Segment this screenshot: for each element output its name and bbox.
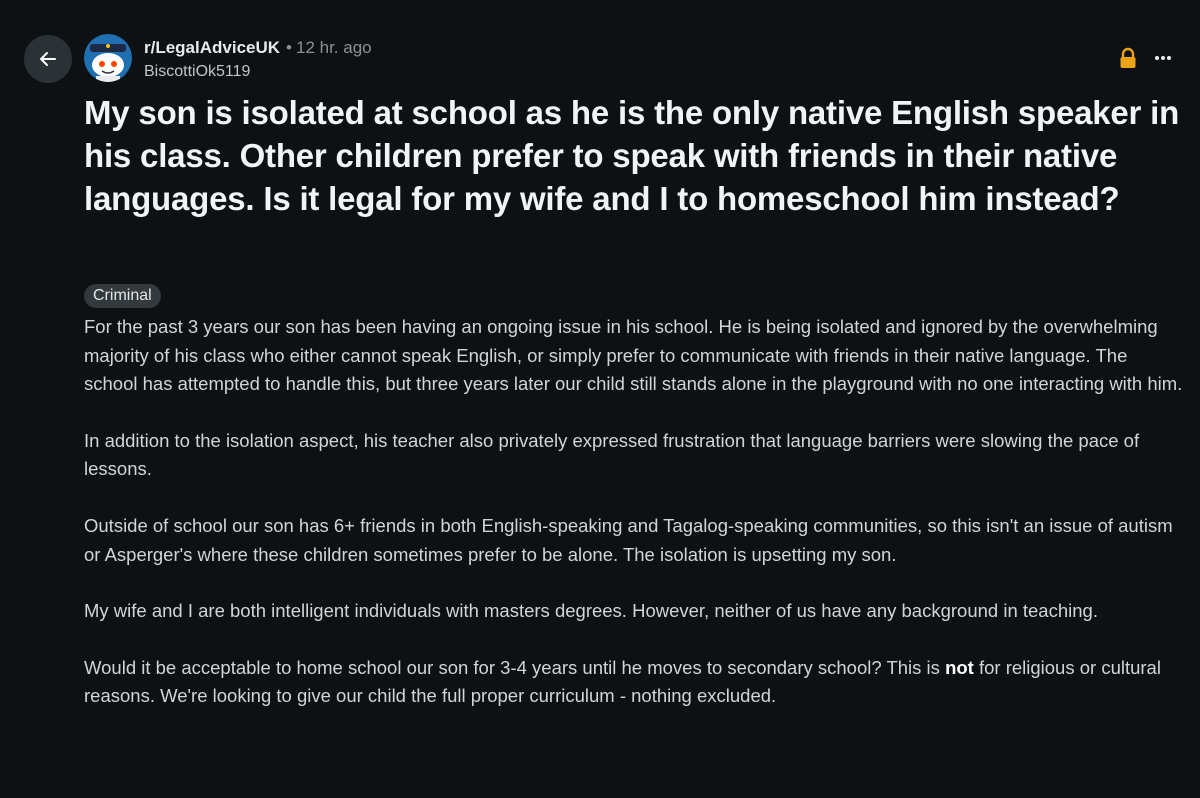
post-meta: r/LegalAdviceUK • 12 hr. ago BiscottiOk511… (144, 36, 372, 84)
body-bold-text: not (945, 656, 974, 678)
body-paragraph-last: Would it be acceptable to home school ou… (84, 654, 1184, 711)
lock-icon (1120, 47, 1136, 68)
body-paragraph: Outside of school our son has 6+ friends… (84, 514, 1173, 565)
snoo-avatar-icon (84, 34, 132, 82)
post-title[interactable]: My son is isolated at school as he is th… (84, 91, 1184, 220)
body-text: Would it be acceptable to home school ou… (84, 656, 946, 678)
meta-separator: • (286, 38, 292, 57)
post-flair[interactable]: Criminal (84, 284, 161, 308)
more-dots-icon (1155, 56, 1171, 60)
body-paragraph: In addition to the isolation aspect, his… (84, 429, 1140, 480)
post-page: r/LegalAdviceUK • 12 hr. ago BiscottiOk511… (0, 0, 1200, 798)
arrow-left-icon (40, 52, 56, 66)
body-paragraph: For the past 3 years our son has been ha… (84, 316, 1183, 395)
subreddit-link[interactable]: r/LegalAdviceUK (144, 38, 280, 57)
subreddit-avatar[interactable] (84, 34, 132, 82)
back-button[interactable] (24, 35, 72, 83)
post-body: For the past 3 years our son has been ha… (84, 313, 1184, 739)
post-meta-row: r/LegalAdviceUK • 12 hr. ago (144, 36, 372, 60)
post-time: 12 hr. ago (296, 38, 372, 57)
author-link[interactable]: BiscottiOk5119 (144, 60, 372, 84)
more-options-button[interactable] (1150, 44, 1176, 72)
body-paragraph: My wife and I are both intelligent indiv… (84, 600, 1098, 622)
